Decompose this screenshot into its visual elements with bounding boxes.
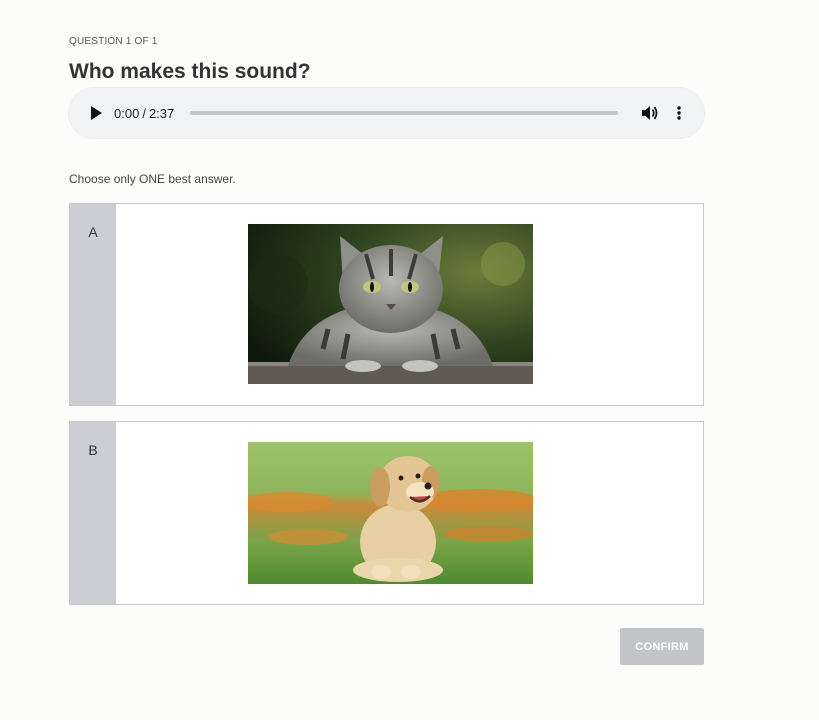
volume-button[interactable] [640, 103, 660, 123]
play-button[interactable] [88, 105, 104, 121]
dog-photo [248, 442, 533, 584]
volume-icon [641, 106, 657, 120]
option-image-area [116, 204, 703, 405]
answer-option-b[interactable]: B [69, 421, 704, 605]
option-image-area [116, 422, 703, 604]
instruction-text: Choose only ONE best answer. [69, 172, 236, 186]
play-icon [91, 106, 102, 120]
confirm-button[interactable]: CONFIRM [620, 628, 704, 665]
audio-time: 0:00/2:37 [114, 106, 174, 121]
option-letter: B [70, 422, 116, 604]
audio-player: 0:00/2:37 [69, 88, 704, 138]
option-letter: A [70, 204, 116, 405]
audio-current-time: 0:00 [114, 105, 140, 121]
cat-photo [248, 224, 533, 384]
more-options-button[interactable] [672, 103, 686, 123]
question-title: Who makes this sound? [69, 60, 311, 83]
audio-progress-track[interactable] [190, 111, 618, 115]
audio-duration: 2:37 [148, 105, 175, 121]
question-counter: QUESTION 1 OF 1 [69, 36, 158, 47]
audio-time-separator: / [142, 105, 146, 121]
answer-option-a[interactable]: A [69, 203, 704, 406]
more-vertical-icon [677, 106, 681, 120]
